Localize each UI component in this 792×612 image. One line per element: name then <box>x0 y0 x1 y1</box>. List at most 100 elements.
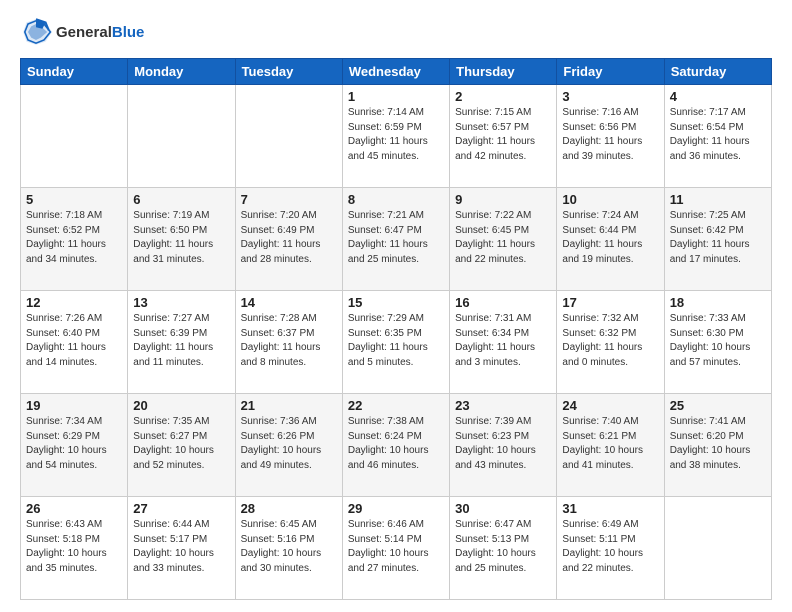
day-number: 30 <box>455 501 551 516</box>
day-number: 15 <box>348 295 444 310</box>
calendar-row-0: 1Sunrise: 7:14 AM Sunset: 6:59 PM Daylig… <box>21 85 772 188</box>
day-number: 21 <box>241 398 337 413</box>
logo-icon <box>20 16 52 48</box>
calendar-cell: 29Sunrise: 6:46 AM Sunset: 5:14 PM Dayli… <box>342 497 449 600</box>
calendar-row-4: 26 Sunrise: 6:43 AM Sunset: 5:18 PM Dayli… <box>21 497 772 600</box>
day-number: 8 <box>348 192 444 207</box>
day-number: 26 <box>26 501 122 516</box>
day-info: Sunrise: 7:33 AM Sunset: 6:30 PM Dayligh… <box>670 312 766 370</box>
day-info: Sunrise: 7:40 AM Sunset: 6:21 PM Dayligh… <box>562 415 658 473</box>
day-number: 17 <box>562 295 658 310</box>
calendar-cell: 8 Sunrise: 7:21 AM Sunset: 6:47 PM Daylig… <box>342 188 449 291</box>
day-number: 5 <box>26 192 122 207</box>
day-number: 27 <box>133 501 229 516</box>
day-info: Sunrise: 7:32 AM Sunset: 6:32 PM Dayligh… <box>562 312 658 370</box>
calendar-cell: 27 Sunrise: 6:44 AM Sunset: 5:17 PM Dayli… <box>128 497 235 600</box>
calendar-cell <box>664 497 771 600</box>
day-info: Sunrise: 7:15 AM Sunset: 6:57 PM Dayligh… <box>455 106 551 164</box>
calendar-cell: 23 Sunrise: 7:39 AM Sunset: 6:23 PM Dayli… <box>450 394 557 497</box>
calendar-cell <box>235 85 342 188</box>
day-info: Sunrise: 7:34 AM Sunset: 6:29 PM Dayligh… <box>26 415 122 473</box>
day-info: Sunrise: 6:49 AM Sunset: 5:11 PM Dayligh… <box>562 518 658 576</box>
day-number: 13 <box>133 295 229 310</box>
day-info: Sunrise: 6:44 AM Sunset: 5:17 PM Dayligh… <box>133 518 229 576</box>
day-number: 20 <box>133 398 229 413</box>
day-number: 25 <box>670 398 766 413</box>
day-info: Sunrise: 7:19 AM Sunset: 6:50 PM Dayligh… <box>133 209 229 267</box>
day-info: Sunrise: 7:31 AM Sunset: 6:34 PM Dayligh… <box>455 312 551 370</box>
calendar-cell <box>21 85 128 188</box>
day-info: Sunrise: 7:14 AM Sunset: 6:59 PM Dayligh… <box>348 106 444 164</box>
day-info: Sunrise: 7:41 AM Sunset: 6:20 PM Dayligh… <box>670 415 766 473</box>
day-number: 10 <box>562 192 658 207</box>
calendar-row-1: 5 Sunrise: 7:18 AM Sunset: 6:52 PM Daylig… <box>21 188 772 291</box>
day-number: 18 <box>670 295 766 310</box>
day-number: 23 <box>455 398 551 413</box>
calendar-cell: 18 Sunrise: 7:33 AM Sunset: 6:30 PM Dayli… <box>664 291 771 394</box>
day-number: 29 <box>348 501 444 516</box>
weekday-header-friday: Friday <box>557 59 664 85</box>
page: GeneralBlue SundayMondayTuesdayWednesday… <box>0 0 792 612</box>
day-info: Sunrise: 7:24 AM Sunset: 6:44 PM Dayligh… <box>562 209 658 267</box>
day-info: Sunrise: 7:25 AM Sunset: 6:42 PM Dayligh… <box>670 209 766 267</box>
calendar-row-2: 12 Sunrise: 7:26 AM Sunset: 6:40 PM Dayli… <box>21 291 772 394</box>
calendar-cell: 6 Sunrise: 7:19 AM Sunset: 6:50 PM Daylig… <box>128 188 235 291</box>
day-info: Sunrise: 7:35 AM Sunset: 6:27 PM Dayligh… <box>133 415 229 473</box>
calendar-cell: 1Sunrise: 7:14 AM Sunset: 6:59 PM Daylig… <box>342 85 449 188</box>
calendar-cell: 13 Sunrise: 7:27 AM Sunset: 6:39 PM Dayli… <box>128 291 235 394</box>
logo-text: GeneralBlue <box>56 24 144 41</box>
day-info: Sunrise: 6:43 AM Sunset: 5:18 PM Dayligh… <box>26 518 122 576</box>
day-number: 6 <box>133 192 229 207</box>
calendar-cell: 16Sunrise: 7:31 AM Sunset: 6:34 PM Dayli… <box>450 291 557 394</box>
calendar-cell: 5 Sunrise: 7:18 AM Sunset: 6:52 PM Daylig… <box>21 188 128 291</box>
day-info: Sunrise: 7:18 AM Sunset: 6:52 PM Dayligh… <box>26 209 122 267</box>
calendar-row-3: 19 Sunrise: 7:34 AM Sunset: 6:29 PM Dayli… <box>21 394 772 497</box>
calendar-cell: 17 Sunrise: 7:32 AM Sunset: 6:32 PM Dayli… <box>557 291 664 394</box>
calendar-cell: 28 Sunrise: 6:45 AM Sunset: 5:16 PM Dayli… <box>235 497 342 600</box>
day-number: 3 <box>562 89 658 104</box>
calendar-cell: 4 Sunrise: 7:17 AM Sunset: 6:54 PM Daylig… <box>664 85 771 188</box>
day-info: Sunrise: 7:20 AM Sunset: 6:49 PM Dayligh… <box>241 209 337 267</box>
day-number: 28 <box>241 501 337 516</box>
day-info: Sunrise: 7:22 AM Sunset: 6:45 PM Dayligh… <box>455 209 551 267</box>
day-info: Sunrise: 7:29 AM Sunset: 6:35 PM Dayligh… <box>348 312 444 370</box>
calendar-cell: 3 Sunrise: 7:16 AM Sunset: 6:56 PM Daylig… <box>557 85 664 188</box>
weekday-header-sunday: Sunday <box>21 59 128 85</box>
day-info: Sunrise: 7:26 AM Sunset: 6:40 PM Dayligh… <box>26 312 122 370</box>
day-number: 9 <box>455 192 551 207</box>
calendar-cell: 12 Sunrise: 7:26 AM Sunset: 6:40 PM Dayli… <box>21 291 128 394</box>
day-number: 4 <box>670 89 766 104</box>
weekday-header-row: SundayMondayTuesdayWednesdayThursdayFrid… <box>21 59 772 85</box>
calendar-cell: 19 Sunrise: 7:34 AM Sunset: 6:29 PM Dayli… <box>21 394 128 497</box>
calendar-cell: 31 Sunrise: 6:49 AM Sunset: 5:11 PM Dayli… <box>557 497 664 600</box>
day-number: 7 <box>241 192 337 207</box>
day-info: Sunrise: 7:16 AM Sunset: 6:56 PM Dayligh… <box>562 106 658 164</box>
calendar-cell: 30 Sunrise: 6:47 AM Sunset: 5:13 PM Dayli… <box>450 497 557 600</box>
day-number: 14 <box>241 295 337 310</box>
weekday-header-monday: Monday <box>128 59 235 85</box>
day-number: 12 <box>26 295 122 310</box>
weekday-header-tuesday: Tuesday <box>235 59 342 85</box>
calendar-cell: 11Sunrise: 7:25 AM Sunset: 6:42 PM Dayli… <box>664 188 771 291</box>
day-number: 31 <box>562 501 658 516</box>
day-info: Sunrise: 7:28 AM Sunset: 6:37 PM Dayligh… <box>241 312 337 370</box>
calendar-cell: 20 Sunrise: 7:35 AM Sunset: 6:27 PM Dayli… <box>128 394 235 497</box>
calendar-table: SundayMondayTuesdayWednesdayThursdayFrid… <box>20 58 772 600</box>
day-info: Sunrise: 6:45 AM Sunset: 5:16 PM Dayligh… <box>241 518 337 576</box>
weekday-header-wednesday: Wednesday <box>342 59 449 85</box>
day-number: 19 <box>26 398 122 413</box>
day-info: Sunrise: 7:21 AM Sunset: 6:47 PM Dayligh… <box>348 209 444 267</box>
day-info: Sunrise: 7:39 AM Sunset: 6:23 PM Dayligh… <box>455 415 551 473</box>
day-info: Sunrise: 7:17 AM Sunset: 6:54 PM Dayligh… <box>670 106 766 164</box>
day-number: 24 <box>562 398 658 413</box>
header: GeneralBlue <box>20 16 772 48</box>
calendar-cell <box>128 85 235 188</box>
day-info: Sunrise: 7:36 AM Sunset: 6:26 PM Dayligh… <box>241 415 337 473</box>
calendar-cell: 15 Sunrise: 7:29 AM Sunset: 6:35 PM Dayli… <box>342 291 449 394</box>
calendar-cell: 9 Sunrise: 7:22 AM Sunset: 6:45 PM Daylig… <box>450 188 557 291</box>
day-info: Sunrise: 6:47 AM Sunset: 5:13 PM Dayligh… <box>455 518 551 576</box>
calendar-cell: 21 Sunrise: 7:36 AM Sunset: 6:26 PM Dayli… <box>235 394 342 497</box>
day-info: Sunrise: 7:27 AM Sunset: 6:39 PM Dayligh… <box>133 312 229 370</box>
day-number: 22 <box>348 398 444 413</box>
weekday-header-saturday: Saturday <box>664 59 771 85</box>
